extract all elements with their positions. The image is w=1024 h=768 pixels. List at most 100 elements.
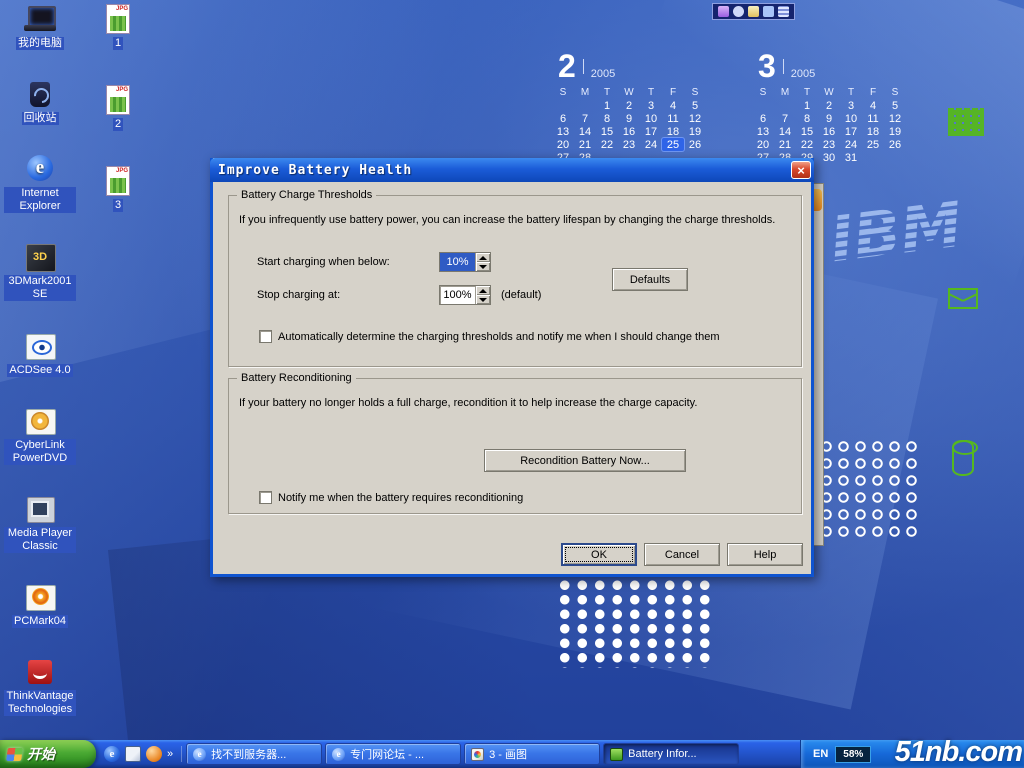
ie-quicklaunch-icon[interactable] xyxy=(104,746,120,762)
calendar-day: 19 xyxy=(684,125,706,138)
jpg-file-label: 2 xyxy=(113,118,123,131)
desktop-icon[interactable]: Internet Explorer xyxy=(4,154,76,213)
jpg-file-icon[interactable]: 3 xyxy=(90,166,146,212)
desktop-icon[interactable]: PCMark04 xyxy=(4,582,76,628)
taskbar-window-button[interactable]: 3 - 画图 xyxy=(464,743,600,765)
tray-toolbar-icon[interactable] xyxy=(778,6,789,17)
tray-toolbar-icon[interactable] xyxy=(763,6,774,17)
calendar-day: 16 xyxy=(818,125,840,138)
calendar-day: 8 xyxy=(596,112,618,125)
checkbox-box[interactable] xyxy=(259,491,272,504)
green-grid-icon xyxy=(948,108,984,136)
floating-tray-toolbar[interactable] xyxy=(712,3,795,20)
spin-down-button[interactable] xyxy=(476,262,490,271)
calendar-day-header: S xyxy=(884,86,906,99)
calendar-day: 19 xyxy=(884,125,906,138)
green-envelope-icon xyxy=(948,288,978,309)
calendar-divider xyxy=(583,59,584,74)
calendar-day: 4 xyxy=(662,99,684,112)
calendar-day: 6 xyxy=(552,112,574,125)
calendar-grid: SMTWTFS123456789101112131415161718192021… xyxy=(552,86,706,164)
battery-charge-thresholds-group: Battery Charge Thresholds If you infrequ… xyxy=(228,195,802,367)
ring-grid-pattern xyxy=(818,438,922,540)
calendar-month-number: 2 xyxy=(558,50,576,82)
desktop-icon[interactable]: 3DMark2001 SE xyxy=(4,242,76,301)
group-description: If you infrequently use battery power, y… xyxy=(239,214,775,226)
system-tray: EN 58% 51nb.com xyxy=(800,740,1024,768)
calendar-day: 7 xyxy=(574,112,596,125)
calendar-day-header: S xyxy=(552,86,574,99)
taskbar-window-button[interactable]: 专门网论坛 - ... xyxy=(325,743,461,765)
jpg-file-icon[interactable]: 2 xyxy=(90,85,146,131)
calendar-year: 2005 xyxy=(591,68,615,80)
calendar-day-header: M xyxy=(574,86,596,99)
calendar-day: 18 xyxy=(862,125,884,138)
green-cylinder-icon xyxy=(952,440,974,476)
cancel-button[interactable]: Cancel xyxy=(644,543,720,566)
desktop-icon[interactable]: 回收站 xyxy=(4,79,76,125)
calendar-day-header: W xyxy=(618,86,640,99)
notify-reconditioning-checkbox[interactable]: Notify me when the battery requires reco… xyxy=(259,491,523,504)
calendar-day: 11 xyxy=(862,112,884,125)
calendar-day: 24 xyxy=(840,138,862,151)
spin-up-button[interactable] xyxy=(476,253,490,262)
taskbar-window-button[interactable]: Battery Infor... xyxy=(603,743,739,765)
recondition-battery-button[interactable]: Recondition Battery Now... xyxy=(484,449,686,472)
quicklaunch-expand-icon[interactable]: » xyxy=(167,748,173,760)
desktop-icon-image xyxy=(22,79,58,109)
close-button[interactable]: × xyxy=(791,161,811,179)
calendar-day xyxy=(862,151,884,164)
calendar-day: 26 xyxy=(884,138,906,151)
media-player-icon[interactable] xyxy=(146,746,162,762)
taskbar-tasks: 找不到服务器... 专门网论坛 - ... 3 - 画图 Battery Inf… xyxy=(182,743,800,765)
tray-toolbar-icon[interactable] xyxy=(718,6,729,17)
desktop-icon[interactable]: CyberLink PowerDVD xyxy=(4,406,76,465)
help-button[interactable]: Help xyxy=(727,543,803,566)
calendar-day: 22 xyxy=(596,138,618,151)
battery-reconditioning-group: Battery Reconditioning If your battery n… xyxy=(228,378,802,514)
defaults-button[interactable]: Defaults xyxy=(612,268,688,291)
spin-up-button[interactable] xyxy=(476,286,490,295)
desktop-icon-image xyxy=(22,4,58,34)
desktop-icon[interactable]: Media Player Classic xyxy=(4,494,76,553)
calendar-day-header: T xyxy=(840,86,862,99)
tray-toolbar-icon[interactable] xyxy=(733,6,744,17)
start-button[interactable]: 开始 xyxy=(0,740,96,768)
dialog-titlebar[interactable]: Improve Battery Health × xyxy=(210,158,814,182)
calendar-day: 5 xyxy=(884,99,906,112)
calendar-day-header: T xyxy=(796,86,818,99)
calendar-day: 12 xyxy=(884,112,906,125)
ibm-logo: IBM xyxy=(823,179,992,282)
desktop-icon-label: PCMark04 xyxy=(12,615,68,628)
desktop-icons: 我的电脑 回收站 Internet Explorer 3DMark2001 SE… xyxy=(4,4,76,716)
calendar-day: 20 xyxy=(752,138,774,151)
calendar-day: 9 xyxy=(818,112,840,125)
ok-button[interactable]: OK xyxy=(561,543,637,566)
desktop-icon[interactable]: ThinkVantage Technologies xyxy=(4,657,76,716)
start-threshold-spinner[interactable]: 10% xyxy=(439,252,491,272)
start-threshold-value[interactable]: 10% xyxy=(440,253,475,271)
desktop-icon[interactable]: ACDSee 4.0 xyxy=(4,331,76,377)
calendar-day: 20 xyxy=(552,138,574,151)
checkbox-box[interactable] xyxy=(259,330,272,343)
desktop-icon-label: 我的电脑 xyxy=(16,37,64,50)
calendar-day: 14 xyxy=(774,125,796,138)
calendar-day: 2 xyxy=(618,99,640,112)
desktop-icon[interactable]: 我的电脑 xyxy=(4,4,76,50)
checkbox-label: Automatically determine the charging thr… xyxy=(278,331,719,343)
calendar-day xyxy=(574,99,596,112)
calendar-day: 17 xyxy=(640,125,662,138)
calendar-year: 2005 xyxy=(791,68,815,80)
spin-down-button[interactable] xyxy=(476,295,490,304)
language-indicator[interactable]: EN xyxy=(813,748,828,760)
taskbar-window-button[interactable]: 找不到服务器... xyxy=(186,743,322,765)
jpg-file-icon[interactable]: 1 xyxy=(90,4,146,50)
close-icon: × xyxy=(797,164,805,177)
tray-toolbar-icon[interactable] xyxy=(748,6,759,17)
stop-threshold-spinner[interactable]: 100% xyxy=(439,285,491,305)
battery-indicator[interactable]: 58% xyxy=(835,746,871,763)
auto-determine-checkbox[interactable]: Automatically determine the charging thr… xyxy=(259,330,719,343)
task-window-label: 找不到服务器... xyxy=(211,746,286,762)
show-desktop-icon[interactable] xyxy=(125,746,141,762)
stop-threshold-value[interactable]: 100% xyxy=(440,286,475,304)
